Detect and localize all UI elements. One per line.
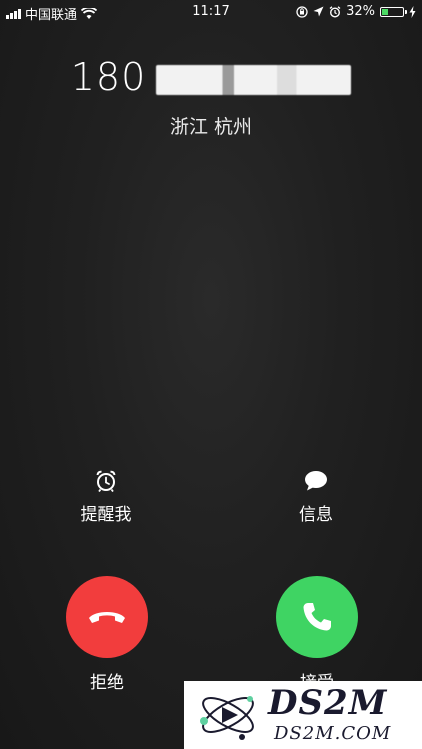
charging-icon xyxy=(409,5,416,18)
phone-icon xyxy=(303,603,331,631)
caller-location: 浙江 杭州 xyxy=(169,116,253,138)
hang-up-phone-icon xyxy=(89,612,125,623)
caller-number: 180 xyxy=(0,55,422,99)
accept-button[interactable] xyxy=(276,576,358,658)
location-icon xyxy=(313,6,324,17)
watermark-subtitle: DS2M.COM xyxy=(274,723,392,744)
caller-number-prefix: 180 xyxy=(70,55,147,99)
status-bar: 中国联通 11:17 32% xyxy=(0,0,422,24)
remind-me-label: 提醒我 xyxy=(80,505,132,525)
lock-rotation-icon xyxy=(296,5,308,18)
alarm-icon xyxy=(329,5,341,18)
message-bubble-icon xyxy=(305,471,327,491)
status-right: 32% xyxy=(296,4,416,19)
remind-me-button[interactable]: 提醒我 xyxy=(46,470,166,525)
ds2m-logo-icon xyxy=(200,696,254,740)
message-button[interactable]: 信息 xyxy=(256,470,376,525)
watermark: DS2M DS2M.COM xyxy=(184,681,422,749)
alarm-clock-icon xyxy=(96,470,116,492)
watermark-title: DS2M xyxy=(268,683,388,723)
battery-percent: 32% xyxy=(346,4,375,19)
decline-button[interactable] xyxy=(66,576,148,658)
decline-label: 拒绝 xyxy=(90,673,124,693)
message-label: 信息 xyxy=(299,505,333,525)
caller-number-redacted xyxy=(156,64,352,95)
battery-icon xyxy=(380,6,407,17)
battery-fill xyxy=(382,8,389,15)
